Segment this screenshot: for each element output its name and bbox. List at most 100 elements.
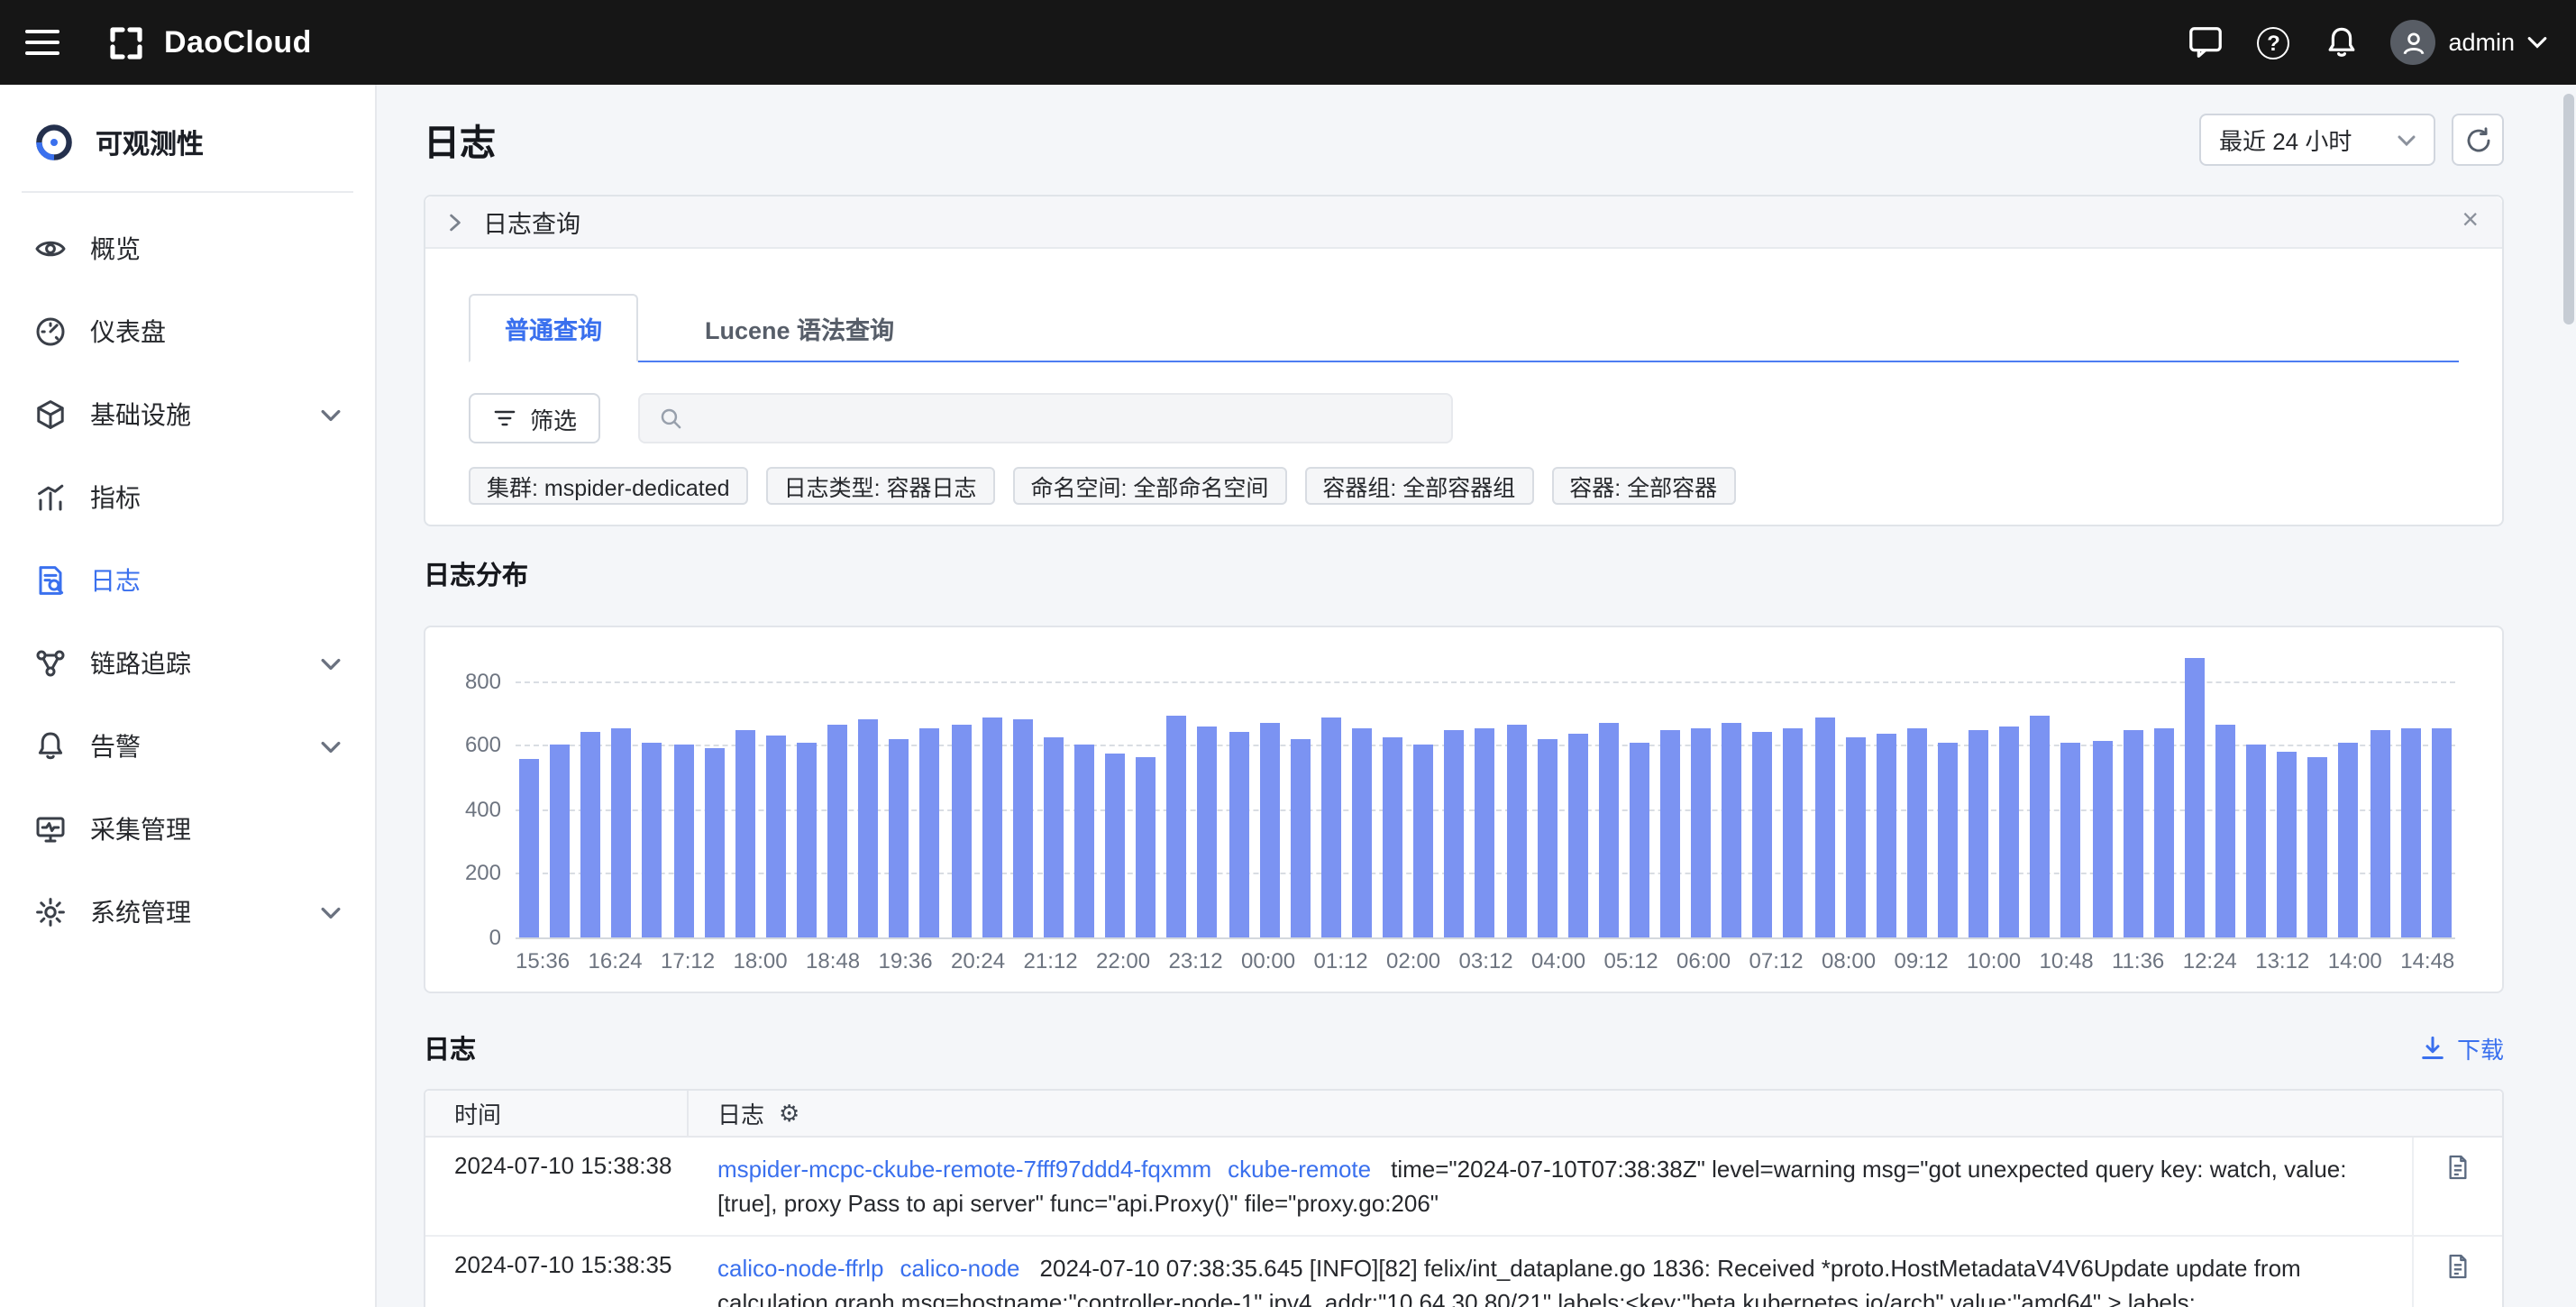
- topbar: DaoCloud ? admin: [0, 0, 2576, 85]
- gear-icon[interactable]: ⚙: [779, 1099, 799, 1128]
- bar: [519, 759, 539, 937]
- bar: [550, 745, 570, 937]
- topology-icon: [34, 647, 67, 680]
- bar: [1599, 723, 1619, 937]
- chevron-down-icon: [321, 408, 341, 421]
- close-icon[interactable]: ×: [2462, 207, 2479, 236]
- container-link[interactable]: calico-node: [900, 1255, 1020, 1282]
- notifications-bell-icon[interactable]: [2307, 8, 2376, 77]
- gauge-icon: [34, 315, 67, 348]
- bar: [1105, 754, 1125, 937]
- query-panel-header[interactable]: 日志查询 ×: [425, 197, 2502, 249]
- bar: [1537, 739, 1557, 937]
- sidebar-item-label: 日志: [90, 562, 141, 599]
- download-link[interactable]: 下载: [2419, 1031, 2504, 1065]
- daocloud-observability-app: DaoCloud ? admin: [0, 0, 2576, 1307]
- chevron-down-icon: [2398, 134, 2416, 145]
- filter-button[interactable]: 筛选: [469, 393, 600, 443]
- sidebar-item-tracing[interactable]: 链路追踪: [0, 622, 375, 705]
- sidebar-item-overview[interactable]: 概览: [0, 207, 375, 290]
- filter-chip[interactable]: 容器组: 全部容器组: [1304, 467, 1533, 505]
- user-name: admin: [2448, 29, 2515, 56]
- filter-chip[interactable]: 容器: 全部容器: [1551, 467, 1735, 505]
- bar: [1229, 732, 1248, 937]
- bar: [1413, 745, 1433, 937]
- x-axis-label: 13:12: [2255, 948, 2309, 973]
- brand-name: DaoCloud: [164, 24, 312, 60]
- avatar: [2390, 20, 2435, 65]
- bar: [2308, 757, 2328, 937]
- table-header: 时间 日志 ⚙: [425, 1091, 2502, 1138]
- x-axis-label: 00:00: [1241, 948, 1295, 973]
- bar: [766, 736, 786, 937]
- x-axis-label: 01:12: [1314, 948, 1368, 973]
- user-menu[interactable]: admin: [2390, 20, 2547, 65]
- x-axis-label: 19:36: [879, 948, 933, 973]
- filter-chip[interactable]: 集群: mspider-dedicated: [469, 467, 748, 505]
- x-axis-label: 07:12: [1749, 948, 1804, 973]
- bar: [1877, 734, 1896, 937]
- gridline: [516, 937, 2455, 939]
- search-input[interactable]: [698, 405, 1433, 432]
- filter-chip[interactable]: 命名空间: 全部命名空间: [1012, 467, 1286, 505]
- bar: [1445, 730, 1465, 937]
- query-tabs: 普通查询 Lucene 语法查询: [469, 294, 2459, 362]
- bar: [1567, 734, 1587, 937]
- bar: [704, 748, 724, 937]
- bar: [1969, 730, 1988, 937]
- bar: [1753, 732, 1773, 937]
- bar: [735, 730, 755, 937]
- filter-chip[interactable]: 日志类型: 容器日志: [766, 467, 995, 505]
- pod-link[interactable]: mspider-mcpc-ckube-remote-7fff97ddd4-fqx…: [717, 1156, 1211, 1183]
- gear-icon: [34, 896, 67, 928]
- sidebar-item-metrics[interactable]: 指标: [0, 456, 375, 539]
- sidebar-item-alerts[interactable]: 告警: [0, 705, 375, 788]
- bar: [1321, 717, 1341, 937]
- x-axis-label: 12:24: [2183, 948, 2237, 973]
- sidebar-item-system[interactable]: 系统管理: [0, 871, 375, 954]
- bar: [858, 719, 878, 937]
- refresh-button[interactable]: [2452, 114, 2504, 166]
- chevron-down-icon: [2527, 36, 2547, 49]
- distribution-title: 日志分布: [424, 555, 2504, 593]
- document-icon[interactable]: [2444, 1154, 2471, 1181]
- document-icon[interactable]: [2444, 1253, 2471, 1280]
- help-icon[interactable]: ?: [2239, 8, 2307, 77]
- sidebar-item-label: 基础设施: [90, 397, 191, 433]
- bar: [1475, 728, 1495, 937]
- sidebar: 可观测性 概览仪表盘基础设施指标日志链路追踪告警采集管理系统管理: [0, 85, 377, 1307]
- bar: [920, 728, 940, 937]
- x-axis-label: 20:24: [951, 948, 1005, 973]
- bar: [1044, 737, 1064, 937]
- bar: [1722, 723, 1742, 937]
- bar: [1845, 737, 1865, 937]
- bar: [2123, 730, 2142, 937]
- sidebar-item-dashboards[interactable]: 仪表盘: [0, 290, 375, 373]
- tab-normal-query[interactable]: 普通查询: [469, 294, 638, 362]
- daocloud-logo[interactable]: DaoCloud: [105, 21, 312, 64]
- sidebar-item-collection[interactable]: 采集管理: [0, 788, 375, 871]
- bar: [982, 717, 1001, 937]
- messages-icon[interactable]: [2170, 8, 2239, 77]
- bar: [2432, 728, 2452, 937]
- hamburger-menu-icon[interactable]: [0, 0, 83, 85]
- bar: [951, 725, 971, 937]
- pod-link[interactable]: calico-node-ffrlp: [717, 1255, 884, 1282]
- bar: [1290, 739, 1310, 937]
- filter-button-label: 筛选: [530, 401, 577, 435]
- log-detail-cell: [2412, 1237, 2502, 1307]
- log-message-cell: calico-node-ffrlpcalico-node2024-07-10 0…: [689, 1237, 2412, 1307]
- x-axis-label: 11:36: [2112, 948, 2164, 973]
- daocloud-logo-icon: [105, 21, 148, 64]
- sidebar-item-infrastructure[interactable]: 基础设施: [0, 373, 375, 456]
- log-query-panel: 日志查询 × 普通查询 Lucene 语法查询 筛选 集群: mspider-de…: [424, 195, 2504, 526]
- bar: [1938, 743, 1958, 937]
- module-header: 可观测性: [0, 85, 375, 191]
- bar: [2339, 743, 2359, 937]
- tab-lucene-query[interactable]: Lucene 语法查询: [671, 296, 928, 361]
- container-link[interactable]: ckube-remote: [1228, 1156, 1371, 1183]
- chart-bars: [519, 649, 2452, 937]
- sidebar-item-logs[interactable]: 日志: [0, 539, 375, 622]
- scrollbar-thumb[interactable]: [2563, 94, 2574, 324]
- time-range-select[interactable]: 最近 24 小时: [2199, 114, 2435, 166]
